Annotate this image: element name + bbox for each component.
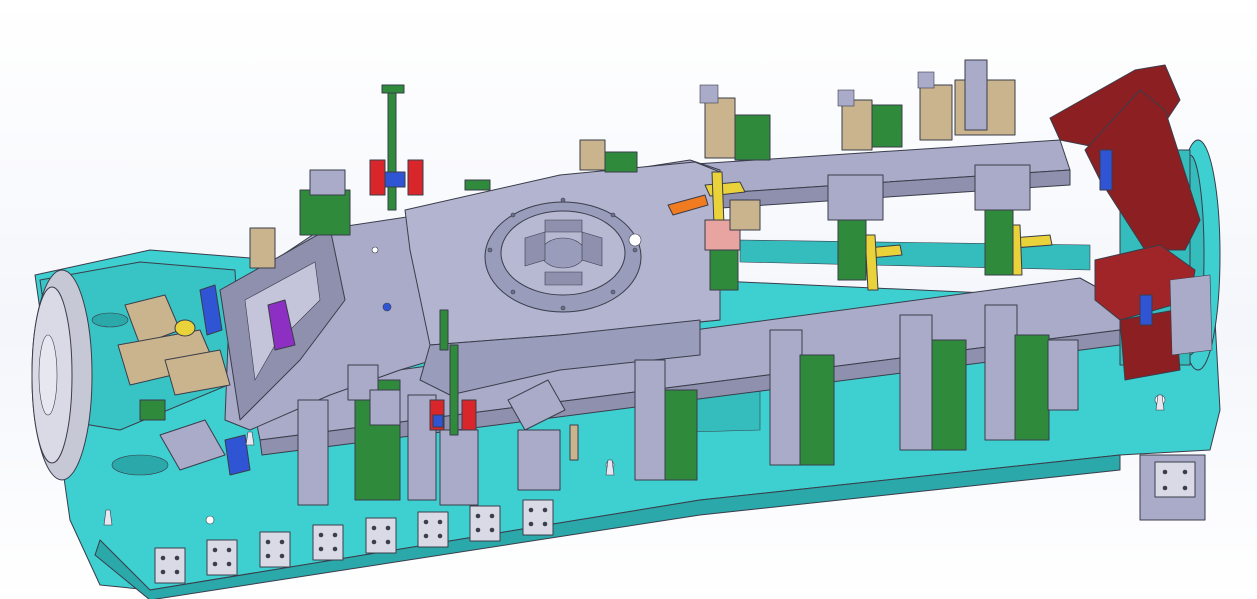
locating-block-5 <box>365 517 397 554</box>
locating-block-8 <box>522 499 554 536</box>
cad-viewport[interactable] <box>0 0 1257 599</box>
locating-block-7 <box>469 505 501 542</box>
rear-clamp-4 <box>579 139 638 173</box>
locating-block-right <box>1139 454 1206 521</box>
locating-block-4 <box>312 524 344 561</box>
left-end-flange <box>31 269 93 481</box>
locating-block-6 <box>417 511 449 548</box>
locating-block-1 <box>154 547 186 584</box>
locating-block-3 <box>259 531 291 568</box>
rear-clamp-2 <box>837 89 903 151</box>
rear-clamp-1 <box>699 84 771 161</box>
welding-fixture-assembly[interactable] <box>0 0 1257 599</box>
rear-clamp-3 <box>917 59 1016 141</box>
locating-block-2 <box>206 539 238 576</box>
